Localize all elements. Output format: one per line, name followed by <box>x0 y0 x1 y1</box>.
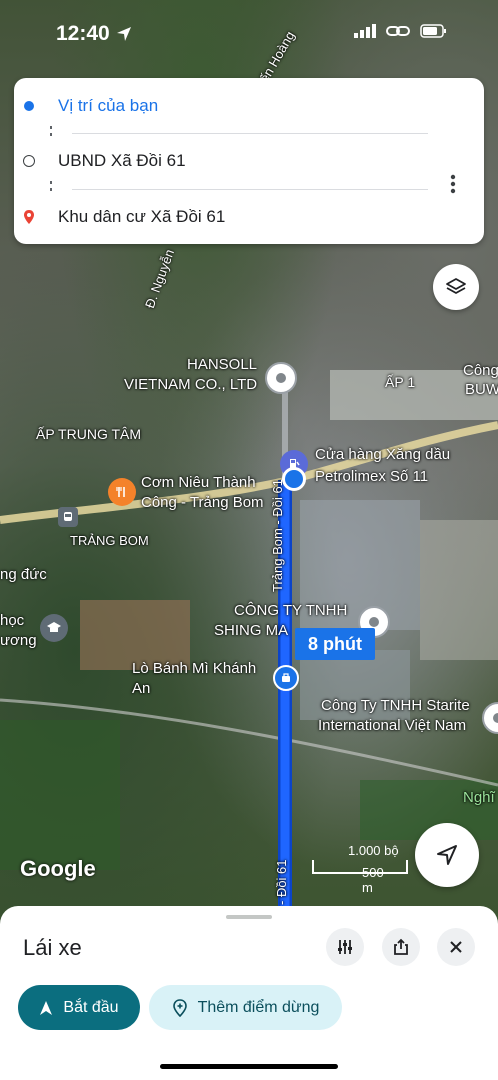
start-button-label: Bắt đầu <box>63 998 119 1016</box>
place-pin-icon[interactable] <box>265 362 297 394</box>
stop-circle-icon <box>23 155 35 167</box>
drag-handle[interactable] <box>226 915 272 919</box>
location-arrow-icon <box>117 27 131 41</box>
directions-sheet: Lái xe Bắt đầu Thêm điểm dừng <box>0 906 498 1080</box>
link-icon <box>386 26 410 36</box>
map-label-banh-mi-2[interactable]: An <box>132 680 150 697</box>
current-location-icon[interactable] <box>282 467 306 491</box>
road-label-doi61: - Đồi 61 <box>274 859 289 905</box>
status-bar: 12:40 <box>0 0 498 66</box>
map-label-cuahang-2[interactable]: Petrolimex Số 11 <box>315 468 428 485</box>
scale-line <box>312 860 408 874</box>
map-label-com-2[interactable]: Công - Trảng Bom <box>141 494 264 511</box>
map-label-buw[interactable]: BUW <box>465 381 498 398</box>
route-connector-dots <box>50 126 52 140</box>
sliders-icon <box>338 940 352 954</box>
map-label-hoc[interactable]: học <box>0 612 24 629</box>
map-label-ap-trung-tam: ẤP TRUNG TÂM <box>36 426 142 442</box>
map-label-cong[interactable]: Công <box>463 362 498 379</box>
add-stop-label: Thêm điểm dừng <box>197 998 320 1016</box>
map-label-shing-2[interactable]: SHING MA <box>214 622 288 639</box>
recenter-button[interactable] <box>415 823 479 887</box>
eta-badge[interactable]: 8 phút <box>295 628 375 660</box>
route-destination[interactable]: Khu dân cư Xã Đồi 61 <box>0 197 420 237</box>
close-icon <box>450 941 462 953</box>
destination-pin-icon <box>24 210 34 224</box>
route-origin[interactable]: Vị trí của bạn <box>0 86 420 126</box>
road-label-trang-bom: Trảng Bom - Đồi 61 <box>270 479 285 592</box>
add-stop-button[interactable]: Thêm điểm dừng <box>149 985 342 1030</box>
start-button[interactable]: Bắt đầu <box>18 985 140 1030</box>
share-icon <box>394 938 408 955</box>
origin-dot-icon <box>24 101 34 111</box>
map-label-ng-duc: ng đức <box>0 566 47 583</box>
home-indicator[interactable] <box>160 1064 338 1069</box>
map-label-shing-1[interactable]: CÔNG TY TNHH <box>234 602 347 619</box>
map-label-hansoll-2[interactable]: VIETNAM CO., LTD <box>124 376 257 393</box>
map-label-ap1: ẤP 1 <box>385 374 416 390</box>
layers-icon <box>446 278 466 294</box>
navigation-start-icon <box>40 1000 53 1015</box>
travel-mode-title: Lái xe <box>23 935 82 960</box>
map-label-hansoll-1[interactable]: HANSOLL <box>187 356 257 373</box>
signal-icon <box>354 24 376 38</box>
share-button[interactable] <box>382 928 420 966</box>
close-button[interactable] <box>437 928 475 966</box>
map-label-uong[interactable]: ương <box>0 632 37 649</box>
route-connector-dots <box>50 181 52 195</box>
route-divider <box>72 133 428 134</box>
route-origin-label[interactable]: Vị trí của bạn <box>58 96 158 116</box>
restaurant-icon[interactable] <box>108 478 136 506</box>
more-options-icon[interactable] <box>450 174 456 194</box>
school-icon[interactable] <box>40 614 68 642</box>
layers-button[interactable] <box>433 264 479 310</box>
bakery-icon[interactable] <box>273 665 299 691</box>
route-options-button[interactable] <box>326 928 364 966</box>
route-destination-label[interactable]: Khu dân cư Xã Đồi 61 <box>58 207 225 227</box>
route-stop-label[interactable]: UBND Xã Đồi 61 <box>58 151 186 171</box>
map-label-trang-bom: TRẢNG BOM <box>70 533 149 548</box>
map-label-starite-1[interactable]: Công Ty TNHH Starite <box>321 697 470 714</box>
map-label-com-1[interactable]: Cơm Niêu Thành <box>141 474 256 491</box>
google-logo: Google <box>20 856 96 881</box>
map-label-nghi: Nghĩ <box>463 789 495 806</box>
navigation-arrow-icon <box>437 845 457 865</box>
bus-stop-icon[interactable] <box>58 507 78 527</box>
route-divider <box>72 189 428 190</box>
map-label-banh-mi-1[interactable]: Lò Bánh Mì Khánh <box>132 660 256 677</box>
status-icons <box>354 24 448 38</box>
route-stop[interactable]: UBND Xã Đồi 61 <box>0 141 420 181</box>
status-time: 12:40 <box>56 22 110 45</box>
scale-bottom-label: 500 m <box>362 865 384 895</box>
add-location-icon <box>172 998 187 1017</box>
scale-top-label: 1.000 bộ <box>348 843 399 858</box>
battery-icon <box>420 24 446 38</box>
map-label-starite-2[interactable]: International Việt Nam <box>318 717 466 734</box>
map-label-cuahang-1[interactable]: Cửa hàng Xăng dầu <box>315 446 450 463</box>
